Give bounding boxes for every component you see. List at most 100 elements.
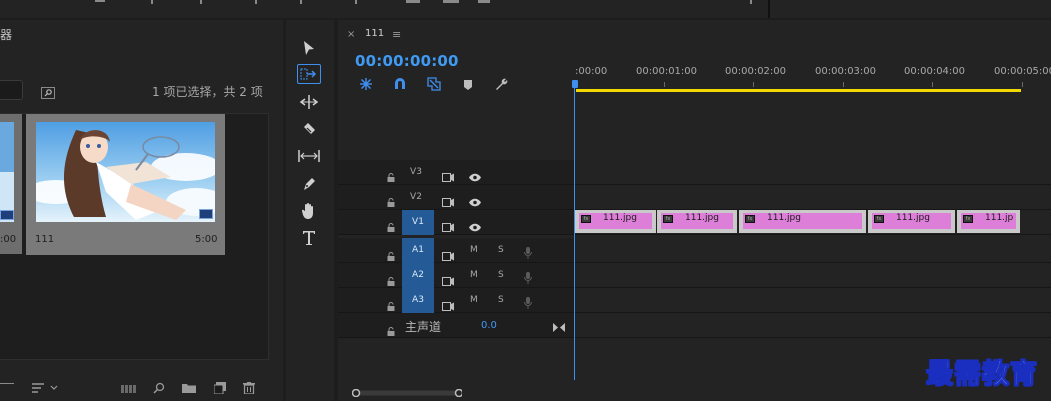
linked-selection-icon[interactable] [427, 76, 441, 95]
lock-icon[interactable] [387, 246, 395, 261]
work-area-bar[interactable] [576, 89, 1021, 92]
type-tool[interactable] [297, 228, 321, 248]
track-label-v3[interactable]: V3 [400, 160, 432, 185]
razor-tool[interactable] [297, 119, 321, 139]
mark-in-icon[interactable] [151, 0, 153, 4]
find-icon[interactable] [153, 379, 165, 398]
zoom-slider[interactable] [0, 383, 14, 384]
type-icon [303, 231, 315, 245]
timeline-clip[interactable]: fx 111.jpg [657, 210, 737, 233]
ruler-tick [1022, 82, 1023, 87]
program-monitor-controls-strip [0, 0, 770, 18]
lock-icon[interactable] [387, 321, 395, 336]
search-input[interactable] [0, 80, 23, 100]
track-header-a2 [338, 263, 575, 288]
timeline-clip[interactable]: fx 111.jpg [868, 210, 955, 233]
fx-badge-icon: fx [874, 215, 884, 223]
track-label-a2[interactable]: A2 [402, 263, 434, 288]
lock-icon[interactable] [387, 217, 395, 232]
timeline-clip[interactable]: fx 111.jpg [739, 210, 866, 233]
tab-sequence-name[interactable]: 111 [365, 28, 384, 39]
new-item-icon[interactable] [213, 379, 226, 398]
ripple-edit-tool[interactable] [297, 92, 321, 112]
arrow-icon [304, 41, 314, 55]
slip-tool[interactable] [297, 146, 321, 166]
step-back-frame-icon[interactable] [300, 0, 302, 4]
timeline-clip[interactable]: fx 111.jp [957, 210, 1020, 233]
track-header-v2 [338, 185, 575, 210]
eye-icon[interactable] [469, 192, 481, 211]
extract-icon[interactable] [478, 0, 490, 3]
sort-icon[interactable] [32, 379, 62, 398]
toggle-sync-lock-icon[interactable] [442, 192, 454, 211]
tab-close-button[interactable]: × [347, 29, 355, 40]
go-to-start-end-icon[interactable] [553, 317, 565, 336]
timeline-clip-name: 111.jpg [767, 213, 801, 223]
image-badge-icon [199, 209, 213, 219]
solo-button[interactable]: S [498, 270, 504, 280]
watermark-logo: 最需教育 [926, 359, 1038, 391]
lock-icon[interactable] [387, 271, 395, 286]
timecode-display[interactable]: 00:00:00:00 [355, 52, 459, 70]
go-to-in-icon[interactable] [255, 0, 257, 4]
track-label-a1[interactable]: A1 [402, 238, 434, 263]
new-bin-icon[interactable] [182, 379, 196, 398]
solo-button[interactable]: S [498, 295, 504, 305]
lift-icon[interactable] [443, 0, 459, 3]
clip-thumbnail-partial[interactable] [0, 114, 22, 254]
timeline-clip-name: 111.jpg [603, 213, 637, 223]
microphone-icon[interactable] [524, 244, 532, 263]
toggle-sync-lock-icon[interactable] [442, 296, 454, 315]
lock-icon[interactable] [387, 192, 395, 207]
right-panel-strip [772, 0, 1051, 18]
step-forward-icon[interactable] [406, 0, 420, 3]
fx-badge-icon: fx [581, 215, 591, 223]
toggle-sync-lock-icon[interactable] [442, 271, 454, 290]
toggle-sync-lock-icon[interactable] [442, 246, 454, 265]
track-label-v2[interactable]: V2 [400, 185, 432, 210]
playhead-handle[interactable] [572, 80, 578, 88]
fx-badge-icon: fx [745, 215, 755, 223]
ruler-label: 00:00:03:00 [815, 66, 877, 77]
microphone-icon[interactable] [524, 269, 532, 288]
microphone-icon[interactable] [524, 294, 532, 313]
slip-icon [298, 150, 320, 162]
step-back-icon[interactable] [95, 0, 105, 2]
nest-sequence-icon[interactable] [359, 76, 373, 95]
pen-tool[interactable] [297, 174, 321, 194]
track-label-v1[interactable]: V1 [402, 210, 434, 235]
eye-icon[interactable] [469, 217, 481, 236]
tab-menu-icon[interactable]: ≡ [392, 28, 401, 41]
lock-icon[interactable] [387, 296, 395, 311]
add-marker-icon[interactable] [463, 76, 473, 95]
solo-button[interactable]: S [498, 245, 504, 255]
ruler-label: 00:00:05:00 [994, 66, 1051, 77]
selection-tool[interactable] [297, 38, 321, 58]
snap-icon[interactable] [393, 76, 407, 95]
add-button-icon[interactable] [750, 0, 752, 4]
automate-to-sequence-icon[interactable] [121, 379, 137, 398]
timeline-clip[interactable]: fx 111.jpg [575, 210, 656, 233]
ruler-tick [932, 82, 933, 87]
track-select-forward-tool[interactable] [297, 64, 321, 84]
toggle-sync-lock-icon[interactable] [442, 217, 454, 236]
track-header-a3 [338, 288, 575, 313]
lock-icon[interactable] [387, 167, 395, 182]
track-label-a3[interactable]: A3 [402, 288, 434, 313]
mark-out-icon[interactable] [200, 0, 202, 4]
ruler-label: :00:00 [575, 66, 608, 77]
eye-icon[interactable] [469, 167, 481, 186]
mute-button[interactable]: M [470, 295, 478, 305]
mute-button[interactable]: M [470, 270, 478, 280]
clip-thumbnail-image[interactable] [36, 122, 215, 222]
play-icon[interactable] [355, 0, 357, 4]
hand-tool[interactable] [297, 201, 321, 221]
toggle-sync-lock-icon[interactable] [442, 167, 454, 186]
find-icon[interactable] [41, 84, 55, 99]
trash-icon[interactable] [243, 379, 255, 398]
mute-button[interactable]: M [470, 245, 478, 255]
wrench-icon[interactable] [494, 76, 508, 95]
timeline-zoom-scrollbar[interactable] [351, 382, 464, 398]
master-volume-value[interactable]: 0.0 [481, 320, 497, 331]
playhead-line[interactable] [574, 80, 575, 380]
